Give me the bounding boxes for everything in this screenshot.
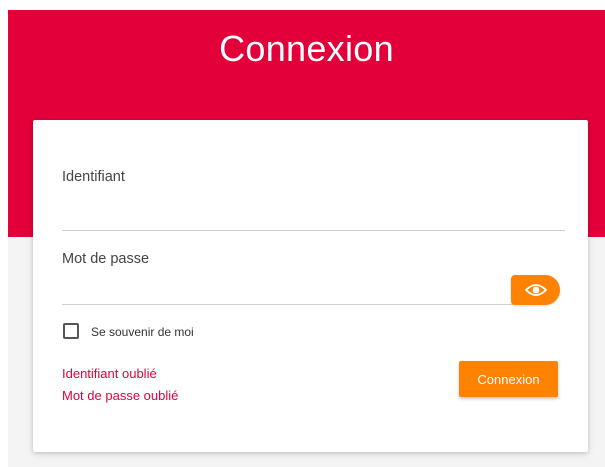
remember-me-label[interactable]: Se souvenir de moi: [91, 325, 194, 339]
username-label: Identifiant: [62, 169, 125, 185]
login-button[interactable]: Connexion: [459, 361, 558, 397]
remember-me-checkbox[interactable]: [63, 323, 79, 339]
page-title: Connexion: [219, 28, 394, 69]
login-page: Connexion Identifiant Mot de passe Se so…: [0, 0, 605, 467]
password-label: Mot de passe: [62, 251, 150, 267]
eye-icon: [524, 284, 547, 296]
username-input[interactable]: [62, 202, 565, 231]
password-input[interactable]: [62, 276, 513, 305]
login-card: Identifiant Mot de passe Se souvenir de …: [33, 120, 588, 452]
forgot-password-link[interactable]: Mot de passe oublié: [62, 388, 178, 404]
show-password-button[interactable]: [511, 275, 560, 305]
forgot-username-link[interactable]: Identifiant oublié: [62, 366, 157, 382]
